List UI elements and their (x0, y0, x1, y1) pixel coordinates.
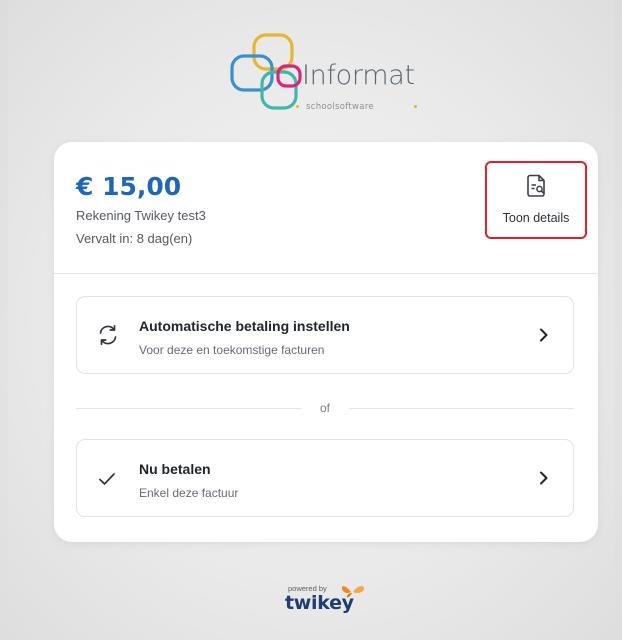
pay-now-option[interactable]: Nu betalen Enkel deze factuur (76, 439, 574, 517)
show-details-label: Toon details (502, 211, 570, 225)
option-subtitle: Enkel deze factuur (139, 486, 239, 500)
tagline-dot-right (414, 105, 417, 108)
invoice-amount: € 15,00 (76, 172, 182, 201)
butterfly-icon (341, 585, 365, 598)
powered-by-twikey[interactable]: powered by twikey (282, 583, 372, 623)
payment-card: € 15,00 Rekening Twikey test3 Vervalt in… (54, 142, 598, 542)
or-divider: of (76, 398, 574, 418)
informat-logo: Informat schoolsoftware (228, 32, 428, 122)
page-background: Informat schoolsoftware € 15,00 Rekening… (8, 0, 614, 640)
invoice-due: Vervalt in: 8 dag(en) (76, 231, 193, 246)
tagline-dot-left (296, 105, 299, 108)
invoice-header: € 15,00 Rekening Twikey test3 Vervalt in… (54, 142, 598, 274)
brand-tagline: schoolsoftware (306, 102, 374, 112)
option-title: Automatische betaling instellen (139, 318, 350, 334)
document-search-icon (527, 174, 545, 197)
option-subtitle: Voor deze en toekomstige facturen (139, 343, 325, 357)
setup-automatic-payment-option[interactable]: Automatische betaling instellen Voor dez… (76, 296, 574, 374)
invoice-name: Rekening Twikey test3 (76, 208, 206, 223)
chevron-right-icon (540, 328, 548, 342)
sync-icon (99, 324, 117, 346)
informat-logo-mark-icon (230, 33, 302, 110)
option-title: Nu betalen (139, 461, 211, 477)
divider-line-right (349, 408, 574, 409)
chevron-right-icon (540, 471, 548, 485)
brand-name: Informat (302, 60, 415, 91)
show-details-button[interactable]: Toon details (485, 161, 587, 239)
checkmark-icon (99, 473, 115, 485)
